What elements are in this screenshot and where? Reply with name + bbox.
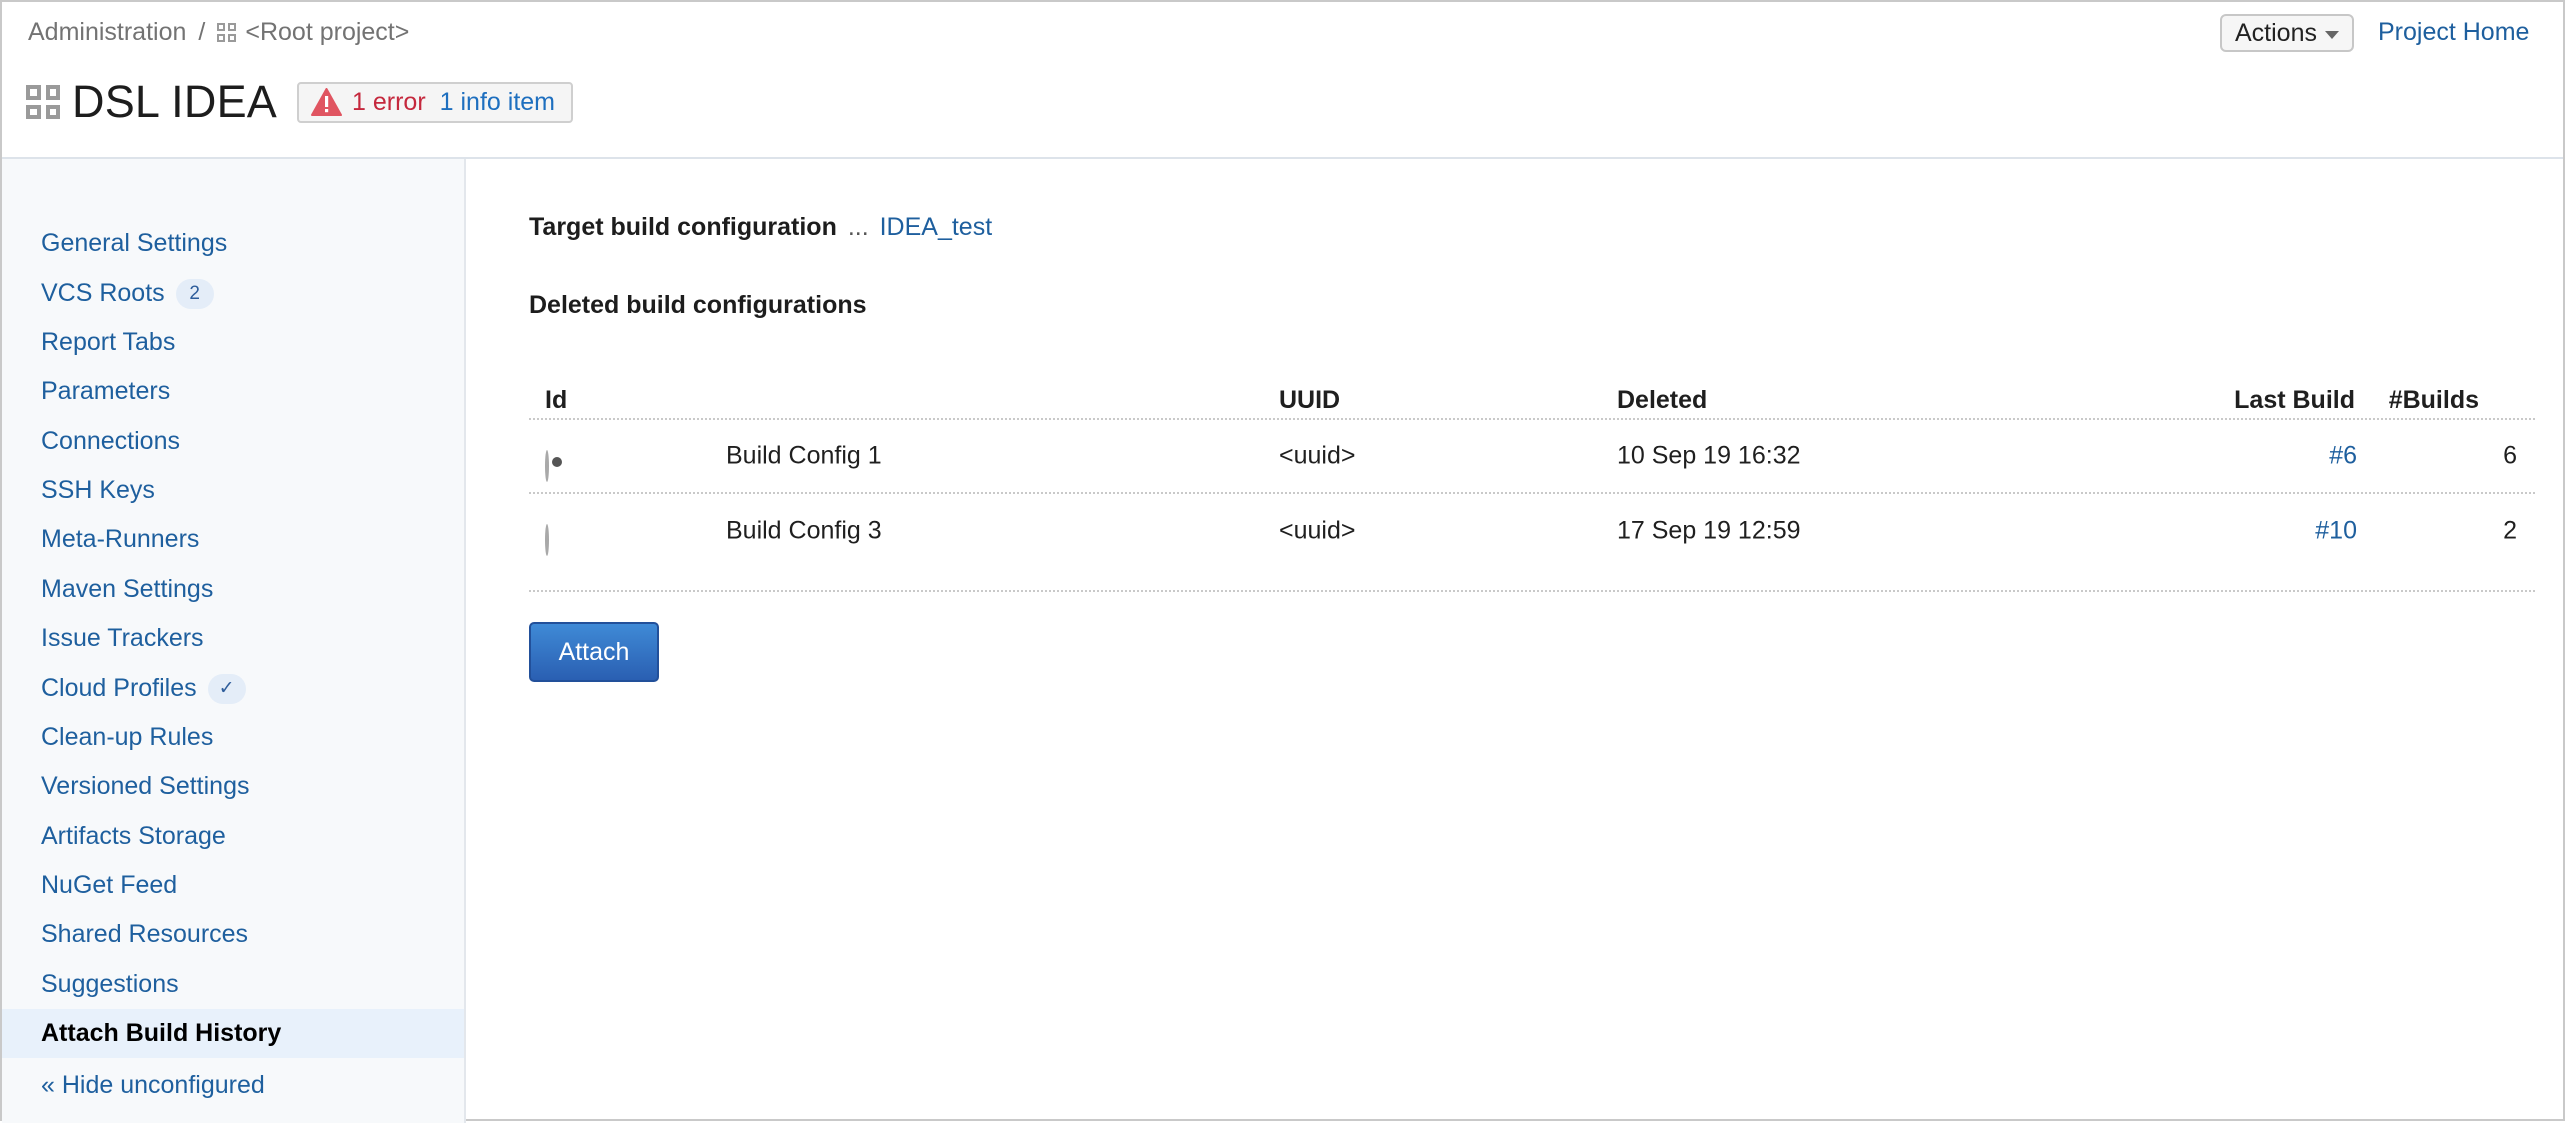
sidebar-item-label: Maven Settings xyxy=(41,575,214,603)
hide-unconfigured-link[interactable]: « Hide unconfigured xyxy=(41,1071,265,1100)
target-label: Target build configuration xyxy=(529,213,837,241)
sidebar-item-label: Connections xyxy=(41,427,180,455)
title-row: DSL IDEA 1 error 1 info item xyxy=(26,76,573,128)
config-name: Build Config 3 xyxy=(726,516,882,545)
page-header: Administration / <Root project> DSL IDEA… xyxy=(2,2,2563,159)
sidebar-item-label: Shared Resources xyxy=(41,920,249,948)
table-header: Id UUID Deleted Last Build #Builds xyxy=(529,364,2535,420)
sidebar-item-label: Artifacts Storage xyxy=(41,822,226,850)
last-build-link[interactable]: #10 xyxy=(2315,517,2357,546)
sidebar-item-maven-settings[interactable]: Maven Settings xyxy=(2,565,464,614)
sidebar-item-label: General Settings xyxy=(41,229,228,257)
id-cell xyxy=(545,524,549,556)
sidebar-item-label: NuGet Feed xyxy=(41,871,178,899)
sidebar-item-label: Cloud Profiles xyxy=(41,674,197,702)
sidebar: General Settings VCS Roots 2 Report Tabs … xyxy=(2,159,466,1123)
sidebar-item-suggestions[interactable]: Suggestions xyxy=(2,960,464,1009)
sidebar-item-versioned-settings[interactable]: Versioned Settings xyxy=(2,762,464,811)
sidebar-item-report-tabs[interactable]: Report Tabs xyxy=(2,318,464,367)
column-header-uuid: UUID xyxy=(1279,386,1341,414)
column-header-last-build: Last Build xyxy=(2234,386,2355,414)
warning-triangle-icon xyxy=(311,88,343,116)
chevron-down-icon xyxy=(2324,30,2339,39)
error-count-link[interactable]: 1 error xyxy=(352,88,426,117)
sidebar-item-general-settings[interactable]: General Settings xyxy=(2,219,464,268)
builds-count: 6 xyxy=(2503,441,2517,470)
sidebar-item-label: SSH Keys xyxy=(41,476,155,504)
sidebar-item-ssh-keys[interactable]: SSH Keys xyxy=(2,466,464,515)
project-grid-icon xyxy=(217,23,237,42)
breadcrumb-administration[interactable]: Administration xyxy=(28,18,186,47)
sidebar-item-clean-up-rules[interactable]: Clean-up Rules xyxy=(2,713,464,762)
deleted-date: 10 Sep 19 16:32 xyxy=(1617,441,1801,470)
sidebar-item-meta-runners[interactable]: Meta-Runners xyxy=(2,515,464,564)
check-icon: ✓ xyxy=(207,673,246,704)
config-name: Build Config 1 xyxy=(726,441,882,470)
sidebar-item-parameters[interactable]: Parameters xyxy=(2,367,464,416)
breadcrumb: Administration / <Root project> xyxy=(28,18,409,47)
row-radio-button[interactable] xyxy=(545,524,549,556)
sidebar-item-vcs-roots[interactable]: VCS Roots 2 xyxy=(2,269,464,318)
sidebar-item-label: Issue Trackers xyxy=(41,624,204,652)
target-separator: ... xyxy=(847,213,869,241)
target-config-link[interactable]: IDEA_test xyxy=(880,213,993,241)
page-title: DSL IDEA xyxy=(72,76,278,127)
sidebar-item-issue-trackers[interactable]: Issue Trackers xyxy=(2,614,464,663)
sidebar-item-label: Clean-up Rules xyxy=(41,723,214,751)
deleted-configs-table: Id UUID Deleted Last Build #Builds Build… xyxy=(529,364,2535,592)
sidebar-item-connections[interactable]: Connections xyxy=(2,417,464,466)
config-uuid: <uuid> xyxy=(1279,441,1356,470)
row-radio-button[interactable] xyxy=(545,450,549,482)
main-content: Target build configuration ... IDEA_test… xyxy=(468,159,2563,1119)
sidebar-item-label: Versioned Settings xyxy=(41,772,250,800)
sidebar-item-shared-resources[interactable]: Shared Resources xyxy=(2,910,464,959)
config-uuid: <uuid> xyxy=(1279,516,1356,545)
column-header-builds: #Builds xyxy=(2388,386,2479,414)
sidebar-item-cloud-profiles[interactable]: Cloud Profiles ✓ xyxy=(2,664,464,713)
column-header-id: Id xyxy=(545,386,568,414)
actions-dropdown-button[interactable]: Actions xyxy=(2220,14,2354,52)
column-header-deleted: Deleted xyxy=(1617,386,1708,414)
count-badge: 2 xyxy=(175,278,214,309)
section-title: Deleted build configurations xyxy=(529,291,867,319)
target-build-configuration: Target build configuration ... IDEA_test xyxy=(529,213,992,242)
breadcrumb-root-project[interactable]: <Root project> xyxy=(245,18,409,47)
sidebar-item-label: Meta-Runners xyxy=(41,525,200,553)
sidebar-item-attach-build-history[interactable]: Attach Build History xyxy=(2,1009,464,1058)
sidebar-item-nuget-feed[interactable]: NuGet Feed xyxy=(2,861,464,910)
actions-label: Actions xyxy=(2235,18,2317,47)
sidebar-item-label: Suggestions xyxy=(41,970,179,998)
sidebar-item-artifacts-storage[interactable]: Artifacts Storage xyxy=(2,812,464,861)
project-grid-icon xyxy=(26,85,60,119)
last-build-link[interactable]: #6 xyxy=(2329,442,2357,471)
sidebar-item-label: Report Tabs xyxy=(41,328,176,356)
sidebar-item-label: VCS Roots xyxy=(41,279,165,307)
sidebar-item-label: Attach Build History xyxy=(41,1019,282,1047)
project-home-link[interactable]: Project Home xyxy=(2378,18,2529,47)
breadcrumb-separator: / xyxy=(198,18,206,46)
builds-count: 2 xyxy=(2503,516,2517,545)
table-row[interactable]: Build Config 3 <uuid> 17 Sep 19 12:59 #1… xyxy=(529,494,2535,592)
table-row[interactable]: Build Config 1 <uuid> 10 Sep 19 16:32 #6… xyxy=(529,420,2535,494)
sidebar-item-label: Parameters xyxy=(41,377,171,405)
id-cell xyxy=(545,450,549,482)
attach-button[interactable]: Attach xyxy=(529,622,659,682)
deleted-date: 17 Sep 19 12:59 xyxy=(1617,516,1801,545)
info-count-link[interactable]: 1 info item xyxy=(440,88,555,117)
status-badge[interactable]: 1 error 1 info item xyxy=(297,81,573,123)
